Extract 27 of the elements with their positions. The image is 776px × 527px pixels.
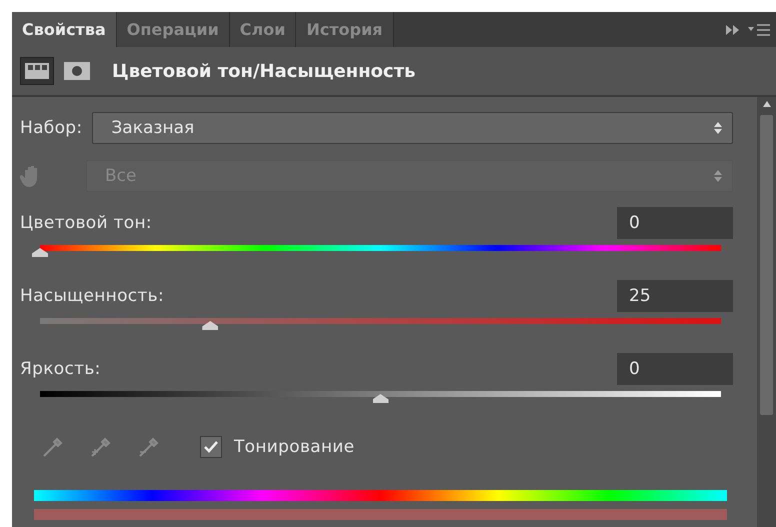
value-field[interactable]: 0 [617,353,733,385]
updown-icon [714,170,722,182]
scrollbar-thumb[interactable] [760,115,773,415]
panel-menu-icon[interactable] [748,24,770,36]
panel-title: Цветовой тон/Насыщенность [112,60,416,82]
value-field[interactable]: 0 [617,207,733,239]
colorize-label: Тонирование [234,437,354,457]
slider-label: Цветовой тон: [20,213,152,233]
slider-thumb[interactable] [372,394,388,403]
checkbox[interactable] [200,436,222,458]
panel-tab[interactable]: Свойства [12,12,117,47]
slider-thumb[interactable] [202,321,218,330]
panel-tab[interactable]: Операции [116,12,230,47]
panel-tab[interactable]: История [296,12,394,47]
mask-icon[interactable] [64,62,90,80]
panel-tab[interactable]: Слои [230,12,296,47]
slider-label: Яркость: [20,359,101,379]
expand-icon[interactable] [726,24,740,34]
checkmark-icon [203,440,219,454]
updown-icon [714,122,722,134]
scroll-up-icon[interactable] [762,101,770,107]
preset-label: Набор: [20,118,82,138]
slider-label: Насыщенность: [20,286,164,306]
preset-dropdown[interactable]: Заказная [92,112,733,144]
slider-thumb[interactable] [32,248,48,257]
value-field[interactable]: 25 [617,280,733,312]
adjustment-layer-icon[interactable] [20,57,54,85]
